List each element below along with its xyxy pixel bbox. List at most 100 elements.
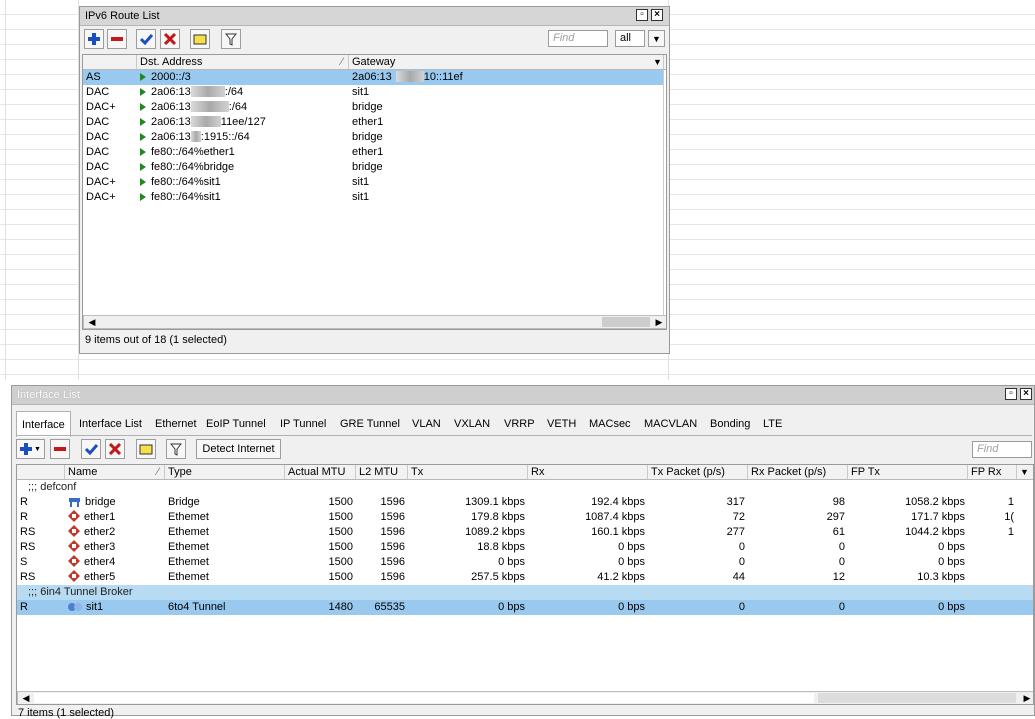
tab-macvlan[interactable]: MACVLAN bbox=[639, 413, 702, 435]
tab-macsec[interactable]: MACsec bbox=[584, 413, 636, 435]
route-horizontal-scrollbar[interactable]: ◀ ▶ bbox=[83, 315, 666, 329]
filter-button[interactable] bbox=[166, 439, 186, 459]
enable-button[interactable] bbox=[81, 439, 101, 459]
group-comment-row[interactable]: ;;; 6in4 Tunnel Broker bbox=[17, 585, 1033, 600]
remove-button[interactable] bbox=[107, 29, 127, 49]
table-row[interactable]: DAC fe80::/64%ether1 ether1 bbox=[83, 145, 663, 160]
iface-l2-mtu: 1596 bbox=[380, 526, 405, 538]
col-flags[interactable] bbox=[17, 465, 65, 479]
col-tx-packet[interactable]: Tx Packet (p/s) bbox=[648, 465, 748, 479]
iface-fp-tx: 0 bps bbox=[938, 541, 965, 553]
iface-tx-packet: 317 bbox=[726, 496, 745, 508]
route-active-icon bbox=[140, 178, 146, 186]
table-row[interactable]: AS 2000::/3 2a06:13 10::11ef bbox=[83, 70, 663, 85]
col-rx-packet[interactable]: Rx Packet (p/s) bbox=[748, 465, 848, 479]
table-row[interactable]: RS ether2 Ethemet 1500 1596 1089.2 kbps 160.1 … bbox=[17, 525, 1033, 540]
disable-button[interactable] bbox=[105, 439, 125, 459]
tab-lte[interactable]: LTE bbox=[758, 413, 787, 435]
interface-list-window: Interface List ▫ × Interface Interface Li… bbox=[11, 385, 1035, 719]
comment-button[interactable] bbox=[136, 439, 156, 459]
interface-horizontal-scrollbar[interactable]: ◀ ▶ bbox=[17, 691, 1033, 704]
route-table-header: Dst. Address ⁄ Gateway ▼ bbox=[83, 55, 666, 70]
table-row[interactable]: DAC+ fe80::/64%sit1 sit1 bbox=[83, 175, 663, 190]
tab-gre-tunnel[interactable]: GRE Tunnel bbox=[335, 413, 405, 435]
filter-button[interactable] bbox=[221, 29, 241, 49]
table-row[interactable]: DAC+ 2a06:13:/64 bridge bbox=[83, 100, 663, 115]
scroll-thumb[interactable] bbox=[34, 693, 814, 703]
iface-type: Ethemet bbox=[168, 571, 209, 583]
route-find-input[interactable]: Find bbox=[548, 30, 608, 47]
col-rx[interactable]: Rx bbox=[528, 465, 648, 479]
scroll-right-icon[interactable]: ▶ bbox=[652, 316, 666, 328]
col-fp-rx[interactable]: FP Rx bbox=[968, 465, 1017, 479]
tab-ethernet[interactable]: Ethernet bbox=[150, 413, 202, 435]
interface-window-titlebar[interactable]: Interface List ▫ × bbox=[12, 386, 1034, 405]
remove-button[interactable] bbox=[50, 439, 70, 459]
tab-ip-tunnel[interactable]: IP Tunnel bbox=[275, 413, 331, 435]
restore-window-button[interactable]: ▫ bbox=[1005, 388, 1017, 400]
table-row[interactable]: DAC 2a06:13 11ee/127 ether1 bbox=[83, 115, 663, 130]
iface-actual-mtu: 1500 bbox=[328, 526, 353, 538]
restore-window-button[interactable]: ▫ bbox=[636, 9, 648, 21]
iface-name: sit1 bbox=[65, 600, 165, 615]
table-row[interactable]: DAC fe80::/64%bridge bridge bbox=[83, 160, 663, 175]
tab-bonding[interactable]: Bonding bbox=[705, 413, 755, 435]
interface-find-input[interactable]: Find bbox=[972, 441, 1032, 458]
column-menu-icon[interactable]: ▼ bbox=[650, 55, 666, 69]
scroll-right-icon[interactable]: ▶ bbox=[1020, 692, 1033, 704]
table-row[interactable]: Rbridge Bridge 1500 1596 1309.1 kbps 192.4 kb… bbox=[17, 495, 1033, 510]
tab-interface-list[interactable]: Interface List bbox=[74, 413, 147, 435]
enable-button[interactable] bbox=[136, 29, 156, 49]
col-name[interactable]: Name ⁄ bbox=[65, 465, 165, 479]
col-fp-tx[interactable]: FP Tx bbox=[848, 465, 968, 479]
close-window-button[interactable]: × bbox=[651, 9, 663, 21]
tab-vrrp[interactable]: VRRP bbox=[499, 413, 540, 435]
comment-button[interactable] bbox=[190, 29, 210, 49]
iface-rx: 41.2 kbps bbox=[597, 571, 645, 583]
iface-tx-packet: 0 bbox=[738, 541, 745, 553]
route-table: Dst. Address ⁄ Gateway ▼ AS 2000::/3 2a06:1… bbox=[82, 54, 667, 330]
col-gateway[interactable]: Gateway bbox=[349, 55, 664, 69]
route-gateway-text: bridge bbox=[352, 131, 383, 143]
table-row[interactable]: Rether1 Ethemet 1500 1596 179.8 kbps 1087.4 k… bbox=[17, 510, 1033, 525]
col-tx[interactable]: Tx bbox=[408, 465, 528, 479]
scroll-left-icon[interactable]: ◀ bbox=[19, 692, 33, 704]
tab-eoip-tunnel[interactable]: EoIP Tunnel bbox=[201, 413, 271, 435]
tab-interface[interactable]: Interface bbox=[16, 411, 71, 437]
col-l2-mtu[interactable]: L2 MTU bbox=[356, 465, 408, 479]
route-gateway: ether1 bbox=[349, 115, 663, 130]
table-row[interactable]: RS ether5 Ethemet 1500 1596 257.5 kbps 41.2 kb… bbox=[17, 570, 1033, 585]
add-dropdown-button[interactable]: ▼ bbox=[16, 439, 45, 459]
tab-veth[interactable]: VETH bbox=[542, 413, 581, 435]
table-row[interactable]: Rsit1 6to4 Tunnel 1480 65535 0 bps 0 bps 0 0 0 b… bbox=[17, 600, 1033, 615]
group-comment-row[interactable]: ;;; defconf bbox=[17, 480, 1033, 495]
route-window-titlebar[interactable]: IPv6 Route List ▫ × bbox=[80, 7, 669, 26]
filter-dropdown-button[interactable]: ▼ bbox=[648, 30, 665, 47]
col-type[interactable]: Type bbox=[165, 465, 285, 479]
col-dst-address[interactable]: Dst. Address ⁄ bbox=[137, 55, 349, 69]
route-dst-text: 2a06:13 bbox=[151, 86, 191, 98]
route-gateway-text: ether1 bbox=[352, 116, 384, 128]
tab-vxlan[interactable]: VXLAN bbox=[449, 413, 495, 435]
column-menu-icon[interactable]: ▼ bbox=[1017, 465, 1033, 479]
table-row[interactable]: RS ether3 Ethemet 1500 1596 18.8 kbps 0 bps 0 0 0… bbox=[17, 540, 1033, 555]
add-button[interactable] bbox=[84, 29, 104, 49]
table-row[interactable]: Sether4 Ethemet 1500 1596 0 bps 0 bps 0 0 0 bps bbox=[17, 555, 1033, 570]
route-gateway: ether1 bbox=[349, 145, 663, 160]
scroll-left-icon[interactable]: ◀ bbox=[85, 316, 99, 328]
close-window-button[interactable]: × bbox=[1020, 388, 1032, 400]
table-row[interactable]: DAC 2a06:13:/64 sit1 bbox=[83, 85, 663, 100]
table-row[interactable]: DAC+ fe80::/64%sit1 sit1 bbox=[83, 190, 663, 205]
scroll-thumb[interactable] bbox=[602, 317, 650, 327]
route-filter-select[interactable]: all bbox=[615, 30, 645, 47]
iface-tx: 1089.2 kbps bbox=[465, 526, 525, 538]
detect-internet-button[interactable]: Detect Internet bbox=[196, 439, 281, 459]
iface-fp-rx: 1( bbox=[1004, 511, 1014, 523]
col-actual-mtu[interactable]: Actual MTU bbox=[285, 465, 356, 479]
col-flags[interactable] bbox=[83, 55, 137, 69]
disable-button[interactable] bbox=[160, 29, 180, 49]
tab-vlan[interactable]: VLAN bbox=[407, 413, 446, 435]
table-row[interactable]: DAC 2a06:13:1915::/64 bridge bbox=[83, 130, 663, 145]
route-table-divider bbox=[663, 70, 664, 315]
route-dst-text: fe80::/64%ether1 bbox=[151, 146, 235, 158]
